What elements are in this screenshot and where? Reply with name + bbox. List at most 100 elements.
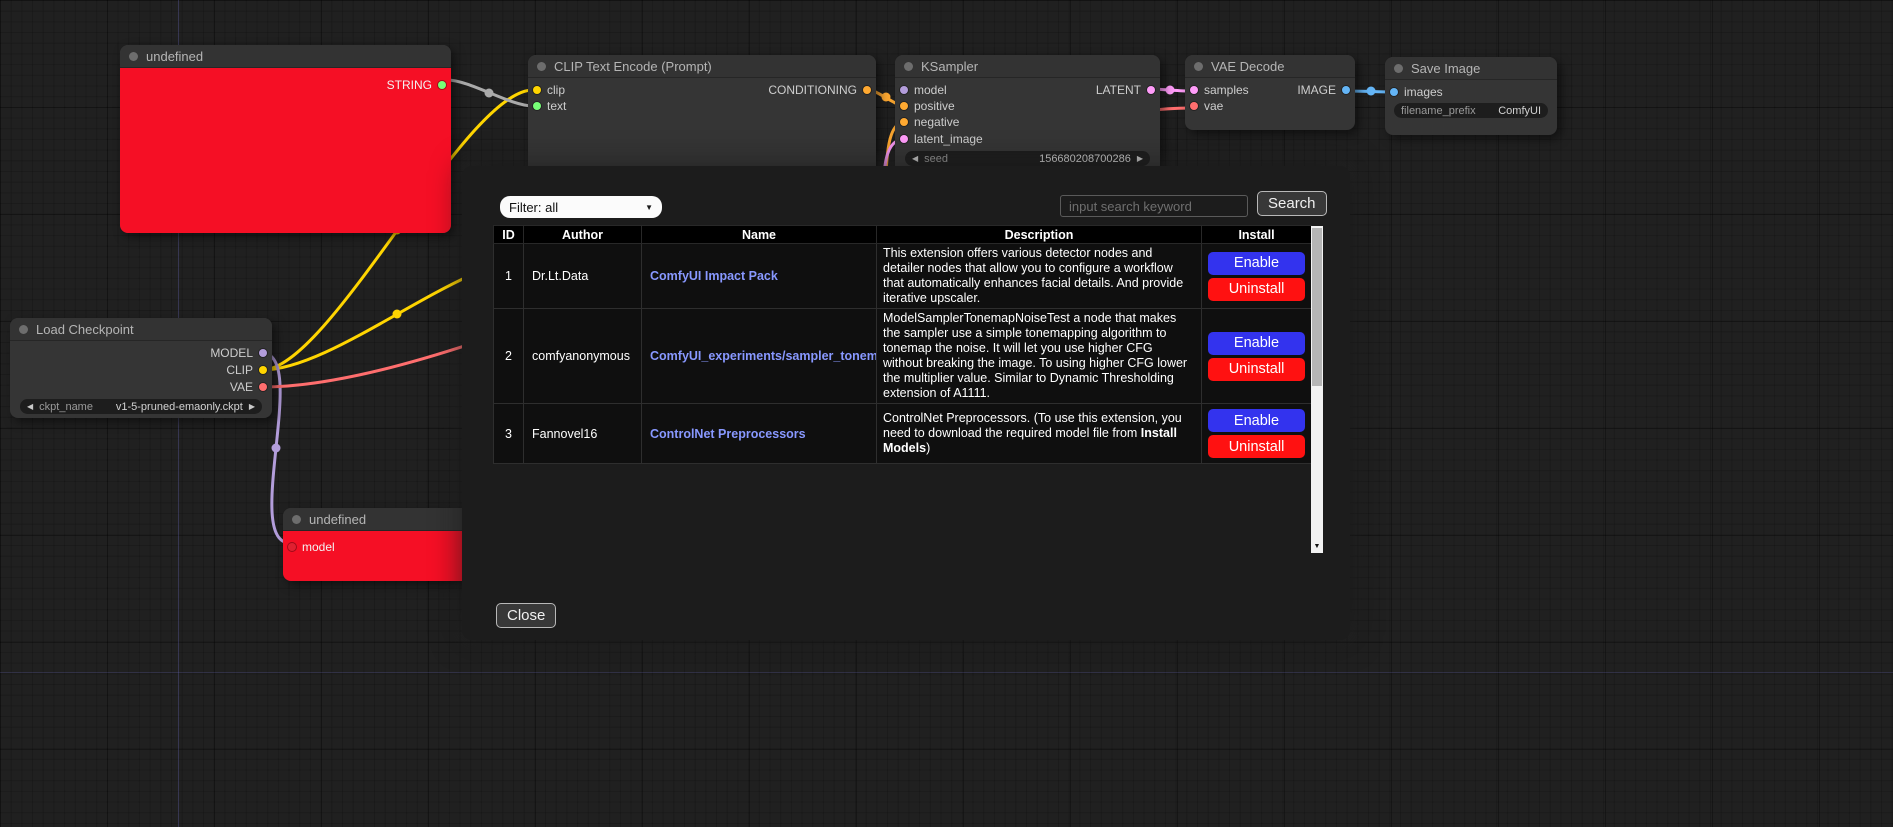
extension-link[interactable]: ComfyUI_experiments/sampler_tonemap: [650, 349, 877, 363]
scrollbar-thumb[interactable]: [1312, 228, 1322, 386]
collapse-dot[interactable]: [537, 62, 546, 71]
collapse-dot[interactable]: [292, 515, 301, 524]
output-slot-string[interactable]: STRING: [387, 77, 451, 93]
slot-label: model: [302, 540, 335, 554]
extension-link[interactable]: ComfyUI Impact Pack: [650, 269, 778, 283]
widget-increment-icon[interactable]: ▶: [1137, 155, 1143, 163]
output-slot-image[interactable]: IMAGE: [1297, 82, 1355, 98]
ckpt-name-widget[interactable]: ◀ ckpt_name v1-5-pruned-emaonly.ckpt ▶: [20, 399, 262, 414]
slot-label: MODEL: [210, 346, 253, 360]
node-title: VAE Decode: [1211, 59, 1284, 74]
slot-dot-conditioning[interactable]: [900, 102, 908, 110]
enable-button[interactable]: Enable: [1208, 409, 1305, 432]
slot-dot-model[interactable]: [288, 543, 296, 551]
enable-button[interactable]: Enable: [1208, 252, 1305, 275]
close-button[interactable]: Close: [496, 603, 556, 628]
enable-button[interactable]: Enable: [1208, 332, 1305, 355]
input-slot-model[interactable]: model: [283, 539, 335, 555]
input-slot-negative[interactable]: negative: [895, 114, 959, 130]
input-slot-vae[interactable]: vae: [1185, 98, 1223, 114]
output-slot-conditioning[interactable]: CONDITIONING: [768, 82, 876, 98]
uninstall-button[interactable]: Uninstall: [1208, 358, 1305, 381]
input-slot-model[interactable]: model: [895, 82, 947, 98]
slot-dot-string[interactable]: [438, 81, 446, 89]
node-undefined-string[interactable]: undefined STRING: [120, 45, 451, 233]
collapse-dot[interactable]: [19, 325, 28, 334]
header-description: Description: [877, 226, 1202, 244]
slot-dot-vae[interactable]: [1190, 102, 1198, 110]
node-header[interactable]: KSampler: [895, 55, 1160, 78]
slot-dot-string[interactable]: [533, 102, 541, 110]
scrollbar-down-arrow-icon[interactable]: ▼: [1311, 540, 1323, 553]
slot-dot-model[interactable]: [900, 86, 908, 94]
node-load-checkpoint[interactable]: Load Checkpoint MODEL CLIP VAE ◀ ckpt_na…: [10, 318, 272, 418]
node-header[interactable]: Load Checkpoint: [10, 318, 272, 341]
output-slot-vae[interactable]: VAE: [230, 379, 272, 395]
slot-label: images: [1404, 85, 1443, 99]
input-slot-latent-image[interactable]: latent_image: [895, 131, 983, 147]
slot-label: text: [547, 99, 566, 113]
input-slot-samples[interactable]: samples: [1185, 82, 1249, 98]
custom-nodes-manager-dialog: Filter: all ▼ Search ID Author Name Desc…: [462, 166, 1350, 640]
header-author: Author: [524, 226, 642, 244]
table-scrollbar[interactable]: ▼: [1311, 226, 1323, 553]
slot-dot-latent[interactable]: [900, 135, 908, 143]
output-slot-latent[interactable]: LATENT: [1096, 82, 1160, 98]
extension-link[interactable]: ControlNet Preprocessors: [650, 427, 806, 441]
extensions-table: ID Author Name Description Install 1 Dr.…: [493, 225, 1312, 464]
input-slot-clip[interactable]: clip: [528, 82, 565, 98]
output-slot-model[interactable]: MODEL: [210, 345, 272, 361]
slot-label: samples: [1204, 83, 1249, 97]
link-midpoint-dot: [393, 310, 402, 319]
slot-label: STRING: [387, 78, 432, 92]
slot-dot-latent[interactable]: [1147, 86, 1155, 94]
header-id: ID: [494, 226, 524, 244]
node-header[interactable]: undefined: [120, 45, 451, 68]
node-header[interactable]: Save Image: [1385, 57, 1557, 80]
slot-label: CLIP: [226, 363, 253, 377]
output-slot-clip[interactable]: CLIP: [226, 362, 272, 378]
link-midpoint-dot: [272, 444, 281, 453]
collapse-dot[interactable]: [1394, 64, 1403, 73]
node-title: Save Image: [1411, 61, 1480, 76]
slot-dot-image[interactable]: [1342, 86, 1350, 94]
slot-label: VAE: [230, 380, 253, 394]
table-row: 2 comfyanonymous ComfyUI_experiments/sam…: [494, 309, 1312, 404]
slot-dot-latent[interactable]: [1190, 86, 1198, 94]
search-button[interactable]: Search: [1257, 191, 1327, 216]
slot-label: clip: [547, 83, 565, 97]
slot-dot-conditioning[interactable]: [900, 118, 908, 126]
node-save-image[interactable]: Save Image images filename_prefix ComfyU…: [1385, 57, 1557, 135]
slot-dot-clip[interactable]: [533, 86, 541, 94]
node-body: STRING: [120, 68, 451, 233]
uninstall-button[interactable]: Uninstall: [1208, 435, 1305, 458]
seed-widget[interactable]: ◀ seed 156680208700286 ▶: [905, 151, 1150, 166]
row-id: 2: [494, 309, 524, 404]
collapse-dot[interactable]: [1194, 62, 1203, 71]
collapse-dot[interactable]: [129, 52, 138, 61]
node-header[interactable]: VAE Decode: [1185, 55, 1355, 78]
slot-dot-clip[interactable]: [259, 366, 267, 374]
filter-select[interactable]: Filter: all ▼: [500, 196, 662, 218]
node-header[interactable]: CLIP Text Encode (Prompt): [528, 55, 876, 78]
widget-decrement-icon[interactable]: ◀: [912, 155, 918, 163]
node-vae-decode[interactable]: VAE Decode samples IMAGE vae: [1185, 55, 1355, 130]
widget-decrement-icon[interactable]: ◀: [27, 403, 33, 411]
row-author: Fannovel16: [524, 404, 642, 464]
filename-prefix-widget[interactable]: filename_prefix ComfyUI: [1394, 103, 1548, 118]
input-slot-text[interactable]: text: [528, 98, 566, 114]
input-slot-positive[interactable]: positive: [895, 98, 955, 114]
input-slot-images[interactable]: images: [1385, 84, 1443, 100]
row-description: ControlNet Preprocessors. (To use this e…: [877, 404, 1202, 464]
slot-dot-model[interactable]: [259, 349, 267, 357]
uninstall-button[interactable]: Uninstall: [1208, 278, 1305, 301]
collapse-dot[interactable]: [904, 62, 913, 71]
node-body: clip CONDITIONING text: [528, 78, 876, 114]
widget-name: ckpt_name: [39, 401, 93, 413]
slot-dot-vae[interactable]: [259, 383, 267, 391]
slot-dot-image[interactable]: [1390, 88, 1398, 96]
search-input[interactable]: [1060, 195, 1248, 217]
widget-increment-icon[interactable]: ▶: [249, 403, 255, 411]
widget-value: 156680208700286: [1039, 153, 1131, 165]
slot-dot-conditioning[interactable]: [863, 86, 871, 94]
